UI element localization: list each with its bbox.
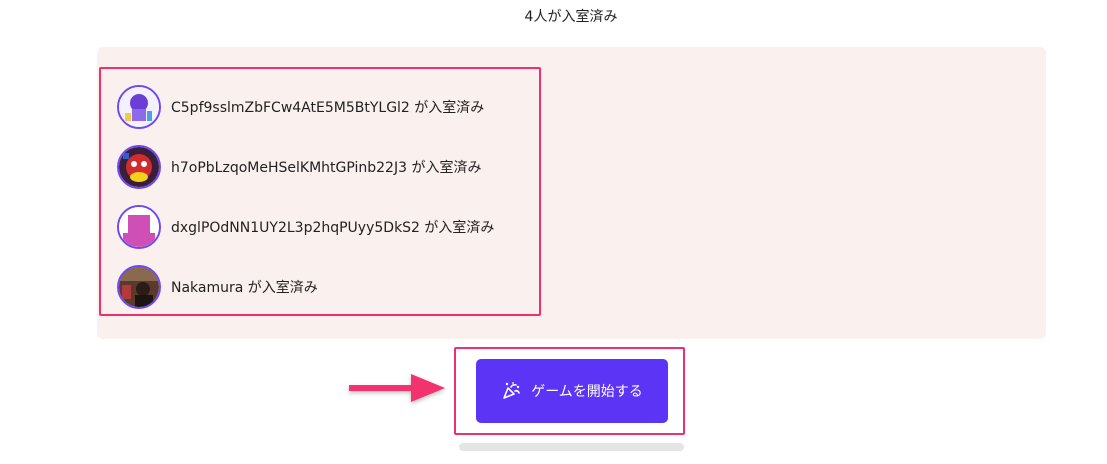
pointer-arrow-icon xyxy=(349,374,445,402)
joined-count-heading: 4人が入室済み xyxy=(524,9,618,25)
bottom-divider xyxy=(459,443,684,451)
member-list-highlight xyxy=(99,67,541,316)
start-game-button[interactable]: ゲームを開始する xyxy=(476,359,668,423)
party-popper-icon xyxy=(501,381,521,401)
start-game-label: ゲームを開始する xyxy=(531,384,643,400)
lobby-page: 4人が入室済み C5pf9sslmZbFCw4AtE5M5BtYLGl2 が入室… xyxy=(0,0,1107,464)
